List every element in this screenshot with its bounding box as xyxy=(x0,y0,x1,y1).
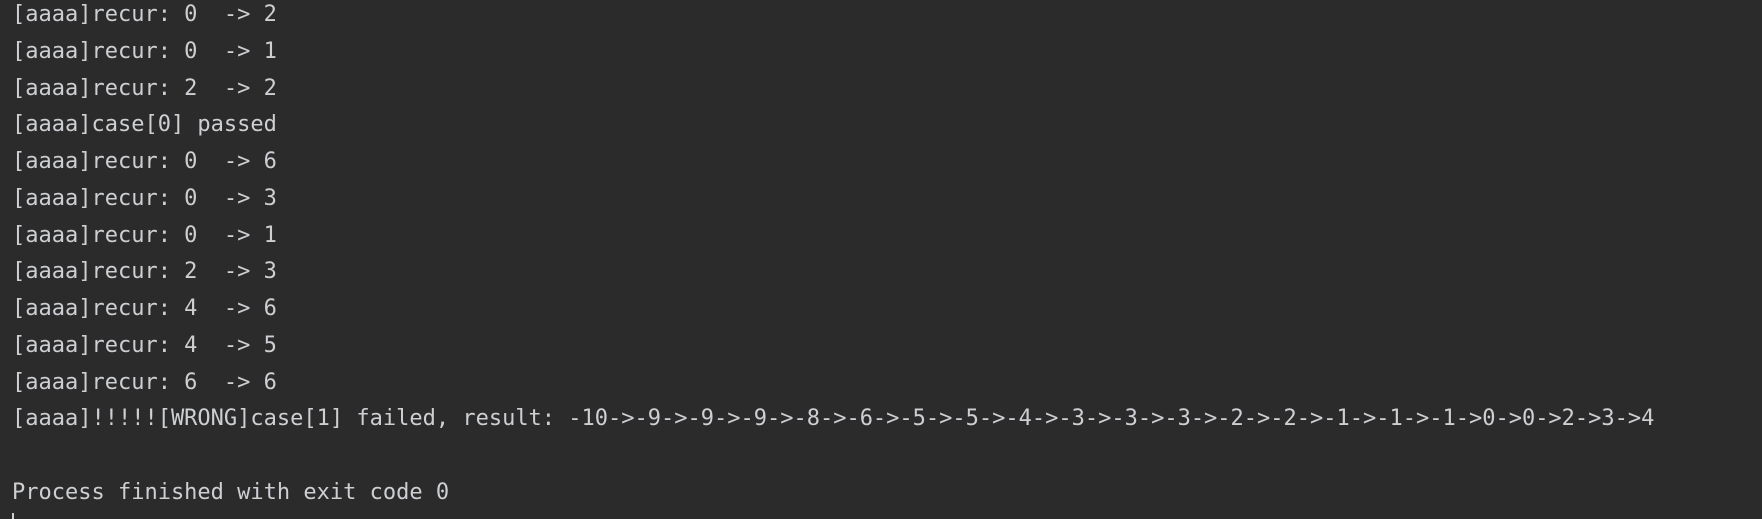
process-exit-message: Process finished with exit code 0 xyxy=(12,479,450,505)
console-line: [aaaa]recur: 0 -> 1 xyxy=(12,38,277,64)
console-line: [aaaa]recur: 4 -> 5 xyxy=(12,332,277,358)
console-line: [aaaa]recur: 6 -> 6 xyxy=(12,369,277,395)
console-line-error: [aaaa]!!!!![WRONG]case[1] failed, result… xyxy=(12,406,1655,432)
console-output-panel[interactable]: [aaaa]recur: 0 -> 2 [aaaa]recur: 0 -> 1 … xyxy=(0,0,1762,519)
console-line: [aaaa]recur: 4 -> 6 xyxy=(12,296,277,321)
console-line: [aaaa]recur: 0 -> 6 xyxy=(12,149,277,174)
console-lines: [aaaa]recur: 0 -> 2 [aaaa]recur: 0 -> 1 … xyxy=(12,0,1654,512)
console-line: [aaaa]recur: 2 -> 3 xyxy=(12,259,277,285)
console-line: [aaaa]recur: 0 -> 2 xyxy=(12,2,277,27)
console-line: [aaaa]case[0] passed xyxy=(12,112,277,138)
console-line: [aaaa]recur: 0 -> 1 xyxy=(12,222,277,248)
text-caret xyxy=(12,513,14,519)
console-line: [aaaa]recur: 0 -> 3 xyxy=(12,185,277,211)
console-line: [aaaa]recur: 2 -> 2 xyxy=(12,75,277,101)
